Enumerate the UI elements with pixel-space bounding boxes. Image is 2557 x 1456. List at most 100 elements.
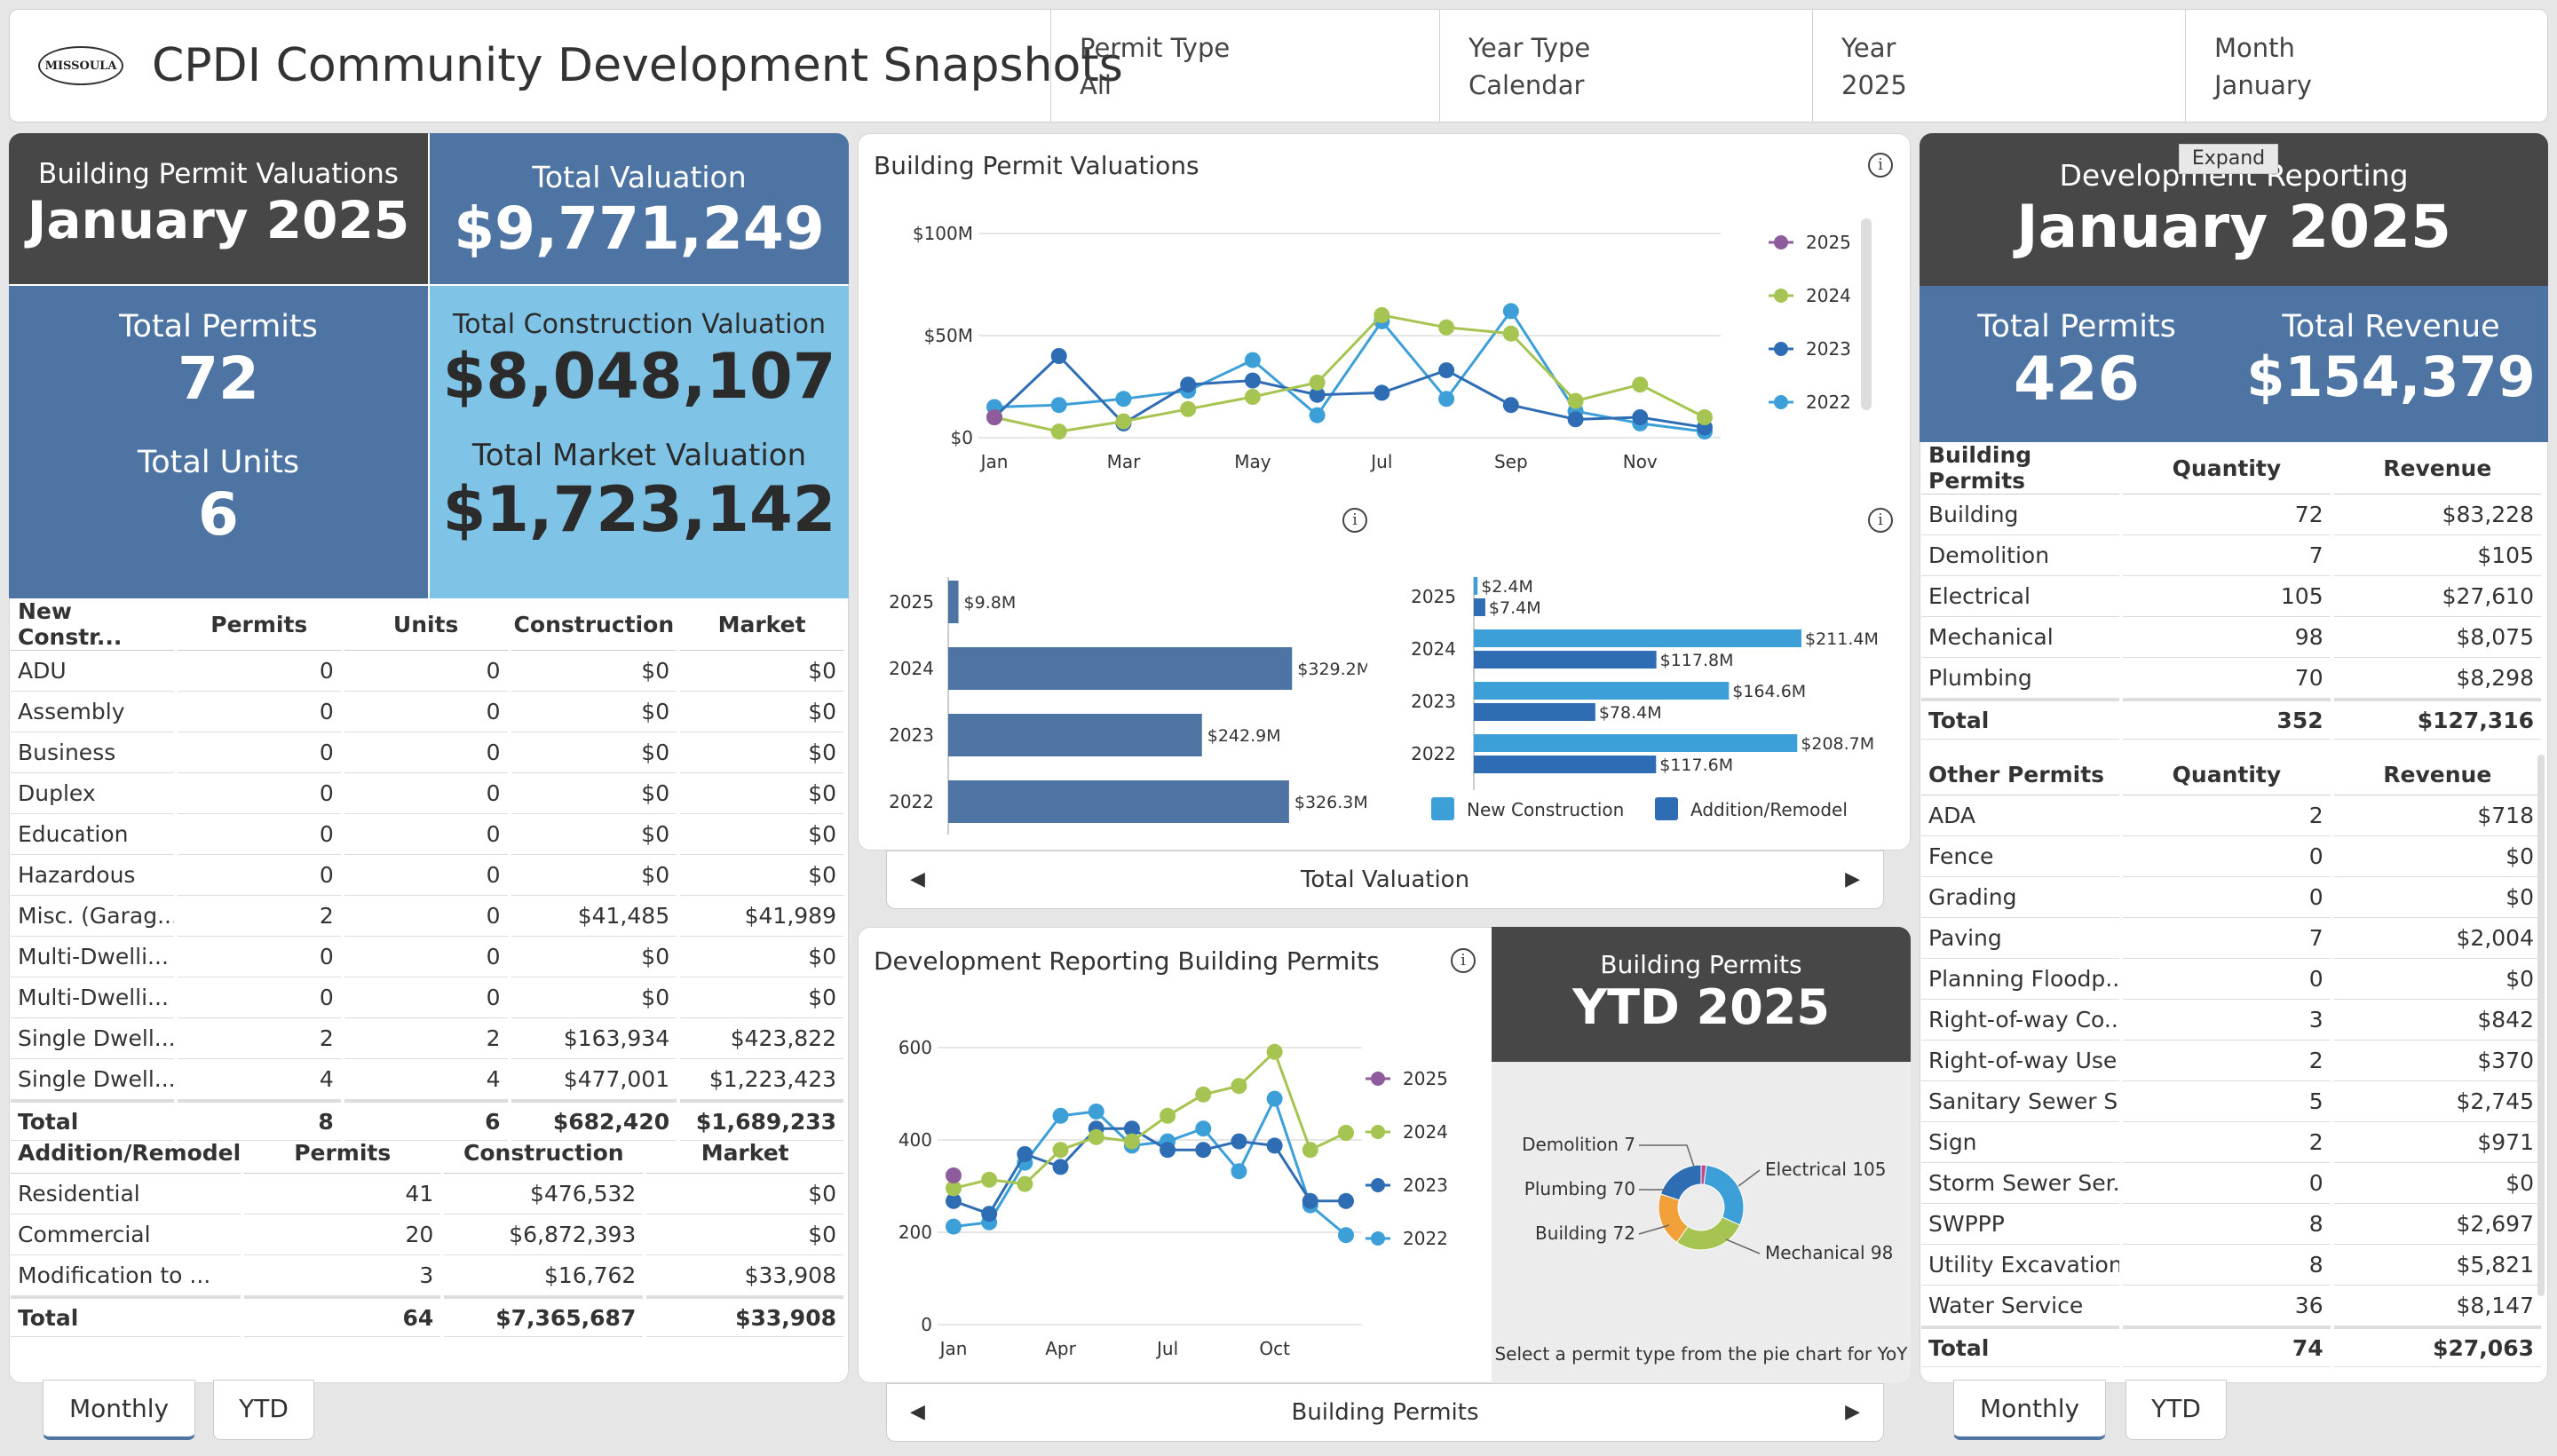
x-tick-label: Sep (1494, 451, 1528, 472)
dev-total-permits-tile: Total Permits 426 (1920, 286, 2234, 442)
table-cell: $0 (511, 937, 677, 977)
table-row[interactable]: Storm Sewer Ser... 0 $0 (1921, 1163, 2541, 1204)
table-row[interactable]: Electrical 105 $27,610 (1921, 576, 2541, 617)
column-header[interactable]: Revenue (2333, 755, 2541, 795)
info-icon[interactable]: i (1451, 948, 1476, 973)
table-cell: Sanitary Sewer S... (1921, 1081, 2120, 1122)
table-row[interactable]: Assembly 0 0 $0 $0 (11, 692, 843, 732)
tab-ytd[interactable]: YTD (213, 1380, 314, 1440)
table-scrollbar[interactable] (2537, 755, 2545, 1296)
column-header[interactable]: Quantity (2123, 755, 2331, 795)
legend-marker (1371, 1178, 1385, 1192)
tab-monthly[interactable]: Monthly (1953, 1380, 2106, 1440)
filter-year-type[interactable]: Year Type Calendar (1439, 10, 1812, 122)
table-cell: 2 (2123, 1041, 2331, 1081)
tile-title: Total Permits (119, 309, 318, 344)
table-row[interactable]: Planning Floodp... 0 $0 (1921, 959, 2541, 1000)
table-row[interactable]: Misc. (Garag... 2 0 $41,485 $41,989 (11, 896, 843, 937)
data-point (1338, 1227, 1354, 1244)
building-permits-pie-chart[interactable]: Demolition 7 Plumbing 70 Building 72 Electr… (1492, 1101, 1911, 1323)
valuation-split-bar-chart: 2025 $2.4M$7.4M 2024 $211.4M $117.8M 2023 $164… (1411, 577, 1879, 820)
table-row[interactable]: Modification to ... 3 $16,762 $33,908 (11, 1255, 843, 1296)
table-row[interactable]: Residential 41 $476,532 $0 (11, 1174, 843, 1215)
app-title: CPDI Community Development Snapshots (152, 39, 1123, 92)
table-row[interactable]: Duplex 0 0 $0 $0 (11, 773, 843, 814)
column-header[interactable]: Building Permits (1921, 442, 2120, 495)
table-row[interactable]: Utility Excavation 8 $5,821 (1921, 1245, 2541, 1286)
x-tick-label: Jan (979, 451, 1009, 472)
table-row[interactable]: Water Service 36 $8,147 (1921, 1286, 2541, 1326)
table-row[interactable]: ADU 0 0 $0 $0 (11, 651, 843, 692)
table-row[interactable]: Paving 7 $2,004 (1921, 918, 2541, 959)
column-header[interactable]: Construction (444, 1133, 644, 1174)
chevron-left-icon[interactable]: ◀ (910, 851, 925, 908)
table-row[interactable]: Plumbing 70 $8,298 (1921, 658, 2541, 699)
table-row[interactable]: Business 0 0 $0 $0 (11, 732, 843, 773)
table-row[interactable]: Sanitary Sewer S... 5 $2,745 (1921, 1081, 2541, 1122)
column-header[interactable]: Units (344, 598, 508, 651)
filter-permit-type[interactable]: Permit Type All (1050, 10, 1439, 122)
tab-ytd[interactable]: YTD (2126, 1380, 2227, 1440)
table-cell: $477,001 (511, 1059, 677, 1100)
table-row[interactable]: ADA 2 $718 (1921, 795, 2541, 836)
table-cell: $0 (2333, 877, 2541, 918)
table-row[interactable]: Fence 0 $0 (1921, 836, 2541, 877)
column-header[interactable]: Market (646, 1133, 843, 1174)
chevron-left-icon[interactable]: ◀ (910, 1384, 925, 1441)
column-header[interactable]: Permits (177, 598, 341, 651)
table-row[interactable]: Multi-Dwelli... 0 0 $0 $0 (11, 937, 843, 977)
info-icon[interactable]: i (1868, 508, 1893, 533)
table-cell: 0 (344, 937, 508, 977)
data-point (1180, 400, 1197, 417)
filter-month[interactable]: Month January (2185, 10, 2547, 122)
table-row[interactable]: Hazardous 0 0 $0 $0 (11, 855, 843, 896)
column-header[interactable]: Addition/Remodel (11, 1133, 241, 1174)
table-row[interactable]: Right-of-way Co... 3 $842 (1921, 1000, 2541, 1041)
table-row[interactable]: Multi-Dwelli... 0 0 $0 $0 (11, 977, 843, 1018)
info-icon[interactable]: i (1868, 153, 1893, 178)
data-point (1266, 1043, 1283, 1060)
legend-label: 2024 (1806, 285, 1851, 306)
column-header[interactable]: Construction (511, 598, 677, 651)
category-label: 2023 (889, 724, 934, 746)
table-row[interactable]: Single Dwell... 2 2 $163,934 $423,822 (11, 1018, 843, 1059)
bar (948, 581, 959, 623)
table-cell: $0 (511, 977, 677, 1018)
table-row[interactable]: Commercial 20 $6,872,393 $0 (11, 1215, 843, 1255)
table-row[interactable]: Building 72 $83,228 (1921, 495, 2541, 535)
table-row[interactable]: Mechanical 98 $8,075 (1921, 617, 2541, 658)
table-cell: ADA (1921, 795, 2120, 836)
total-cell: 352 (2123, 699, 2331, 740)
bar (1474, 577, 1478, 595)
column-header[interactable]: Market (680, 598, 843, 651)
tab-monthly[interactable]: Monthly (43, 1380, 195, 1440)
bar (1474, 682, 1730, 700)
column-header[interactable]: New Constr... (11, 598, 174, 651)
column-header[interactable]: Other Permits (1921, 755, 2120, 795)
table-row[interactable]: Demolition 7 $105 (1921, 535, 2541, 576)
table-row[interactable]: SWPPP 8 $2,697 (1921, 1204, 2541, 1245)
y-tick-label: 600 (899, 1037, 932, 1058)
data-point (1050, 397, 1067, 414)
total-cell: $127,316 (2333, 699, 2541, 740)
table-row[interactable]: Single Dwell... 4 4 $477,001 $1,223,423 (11, 1059, 843, 1100)
table-row[interactable]: Education 0 0 $0 $0 (11, 814, 843, 855)
table-cell: Sign (1921, 1122, 2120, 1163)
chevron-right-icon[interactable]: ▶ (1845, 1384, 1860, 1441)
legend-scrollbar[interactable] (1861, 218, 1872, 410)
column-header[interactable]: Quantity (2123, 442, 2331, 495)
bar (1474, 651, 1657, 669)
y-tick-label: 400 (899, 1129, 932, 1151)
y-tick-label: $100M (913, 223, 973, 244)
column-header[interactable]: Permits (244, 1133, 441, 1174)
table-row[interactable]: Sign 2 $971 (1921, 1122, 2541, 1163)
data-point (986, 409, 1002, 425)
table-row[interactable]: Grading 0 $0 (1921, 877, 2541, 918)
expand-button[interactable]: Expand (2179, 144, 2278, 174)
filter-year[interactable]: Year 2025 (1812, 10, 2185, 122)
info-icon[interactable]: i (1342, 508, 1367, 533)
table-cell: Water Service (1921, 1286, 2120, 1326)
table-row[interactable]: Right-of-way Use 2 $370 (1921, 1041, 2541, 1081)
chevron-right-icon[interactable]: ▶ (1845, 851, 1860, 908)
column-header[interactable]: Revenue (2333, 442, 2541, 495)
